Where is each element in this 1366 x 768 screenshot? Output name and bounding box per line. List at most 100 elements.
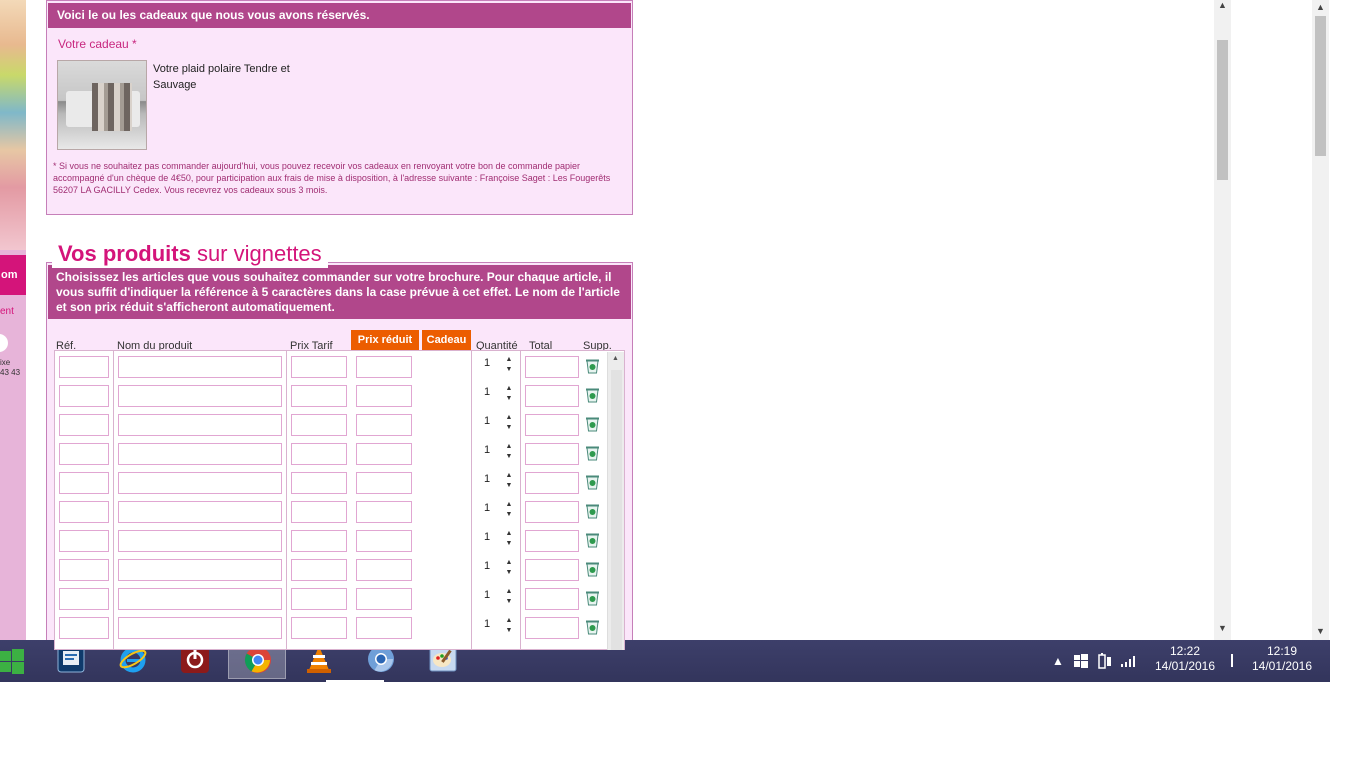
quantity-value[interactable]: 1 xyxy=(484,415,490,427)
delete-bin-icon[interactable] xyxy=(585,358,600,374)
product-name-input[interactable] xyxy=(118,443,282,465)
total-input[interactable] xyxy=(525,501,579,523)
delete-bin-icon[interactable] xyxy=(585,503,600,519)
reduced-price-input[interactable] xyxy=(356,356,412,378)
delete-bin-icon[interactable] xyxy=(585,416,600,432)
total-input[interactable] xyxy=(525,414,579,436)
ref-input[interactable] xyxy=(59,501,109,523)
reduced-price-input[interactable] xyxy=(356,472,412,494)
product-name-input[interactable] xyxy=(118,472,282,494)
page-scroll-thumb[interactable] xyxy=(1217,40,1228,180)
delete-bin-icon[interactable] xyxy=(585,445,600,461)
ref-input[interactable] xyxy=(59,385,109,407)
product-name-input[interactable] xyxy=(118,559,282,581)
quantity-value[interactable]: 1 xyxy=(484,444,490,456)
delete-bin-icon[interactable] xyxy=(585,474,600,490)
total-input[interactable] xyxy=(525,530,579,552)
ref-input[interactable] xyxy=(59,559,109,581)
show-desktop-divider[interactable] xyxy=(1231,654,1233,667)
tray-expand-icon[interactable]: ▲ xyxy=(1052,654,1064,668)
quantity-value[interactable]: 1 xyxy=(484,473,490,485)
price-input[interactable] xyxy=(291,588,347,610)
reduced-price-input[interactable] xyxy=(356,530,412,552)
taskbar-clock[interactable]: 12:22 14/01/2016 xyxy=(1150,644,1220,674)
scroll-down-arrow-icon[interactable]: ▼ xyxy=(1218,623,1227,633)
quantity-value[interactable]: 1 xyxy=(484,589,490,601)
total-input[interactable] xyxy=(525,443,579,465)
quantity-stepper[interactable]: ▲ ▼ xyxy=(505,500,513,520)
product-name-input[interactable] xyxy=(118,530,282,552)
quantity-value[interactable]: 1 xyxy=(484,531,490,543)
price-input[interactable] xyxy=(291,559,347,581)
total-input[interactable] xyxy=(525,385,579,407)
price-input[interactable] xyxy=(291,356,347,378)
reduced-price-input[interactable] xyxy=(356,414,412,436)
delete-bin-icon[interactable] xyxy=(585,532,600,548)
quantity-stepper[interactable]: ▲ ▼ xyxy=(505,471,513,491)
outer-scroll-thumb[interactable] xyxy=(1315,16,1326,156)
quantity-stepper[interactable]: ▲ ▼ xyxy=(505,616,513,636)
battery-icon[interactable] xyxy=(1097,652,1113,670)
quantity-stepper[interactable]: ▲ ▼ xyxy=(505,355,513,375)
reduced-price-input[interactable] xyxy=(356,559,412,581)
quantity-value[interactable]: 1 xyxy=(484,618,490,630)
reduced-price-input[interactable] xyxy=(356,385,412,407)
quantity-value[interactable]: 1 xyxy=(484,502,490,514)
product-name-input[interactable] xyxy=(118,385,282,407)
product-name-input[interactable] xyxy=(118,501,282,523)
quantity-stepper[interactable]: ▲ ▼ xyxy=(505,442,513,462)
price-input[interactable] xyxy=(291,385,347,407)
reduced-price-input[interactable] xyxy=(356,443,412,465)
scroll-up-arrow-icon[interactable]: ▲ xyxy=(612,355,619,362)
product-name-input[interactable] xyxy=(118,588,282,610)
ref-input[interactable] xyxy=(59,530,109,552)
products-table-scroll-thumb[interactable] xyxy=(611,370,622,650)
price-input[interactable] xyxy=(291,472,347,494)
total-input[interactable] xyxy=(525,356,579,378)
left-sidebar-link[interactable]: ent xyxy=(0,306,14,317)
scroll-up-arrow-icon[interactable]: ▲ xyxy=(1316,2,1325,12)
quantity-stepper[interactable]: ▲ ▼ xyxy=(505,384,513,404)
ref-input[interactable] xyxy=(59,472,109,494)
start-button[interactable] xyxy=(0,641,36,679)
quantity-stepper[interactable]: ▲ ▼ xyxy=(505,558,513,578)
price-input[interactable] xyxy=(291,530,347,552)
quantity-stepper[interactable]: ▲ ▼ xyxy=(505,587,513,607)
ref-input[interactable] xyxy=(59,588,109,610)
delete-bin-icon[interactable] xyxy=(585,590,600,606)
outer-scrollbar[interactable]: ▲ ▼ xyxy=(1312,0,1329,640)
delete-bin-icon[interactable] xyxy=(585,387,600,403)
product-name-input[interactable] xyxy=(118,617,282,639)
price-input[interactable] xyxy=(291,414,347,436)
price-input[interactable] xyxy=(291,501,347,523)
page-scrollbar[interactable]: ▲ ▼ xyxy=(1214,0,1231,640)
total-input[interactable] xyxy=(525,472,579,494)
reduced-price-input[interactable] xyxy=(356,617,412,639)
product-name-input[interactable] xyxy=(118,414,282,436)
ref-input[interactable] xyxy=(59,414,109,436)
scroll-up-arrow-icon[interactable]: ▲ xyxy=(1218,0,1227,10)
taskbar-clock-secondary[interactable]: 12:19 14/01/2016 xyxy=(1247,644,1317,674)
tray-windows-icon[interactable] xyxy=(1073,653,1089,669)
quantity-stepper[interactable]: ▲ ▼ xyxy=(505,529,513,549)
delete-bin-icon[interactable] xyxy=(585,561,600,577)
quantity-stepper[interactable]: ▲ ▼ xyxy=(505,413,513,433)
total-input[interactable] xyxy=(525,588,579,610)
delete-bin-icon[interactable] xyxy=(585,619,600,635)
total-input[interactable] xyxy=(525,559,579,581)
total-input[interactable] xyxy=(525,617,579,639)
ref-input[interactable] xyxy=(59,617,109,639)
reduced-price-input[interactable] xyxy=(356,501,412,523)
price-input[interactable] xyxy=(291,617,347,639)
quantity-value[interactable]: 1 xyxy=(484,386,490,398)
left-sidebar-banner[interactable]: om xyxy=(0,255,26,295)
products-table-scrollbar[interactable]: ▲ xyxy=(607,352,624,650)
signal-icon[interactable] xyxy=(1120,654,1138,668)
reduced-price-input[interactable] xyxy=(356,588,412,610)
ref-input[interactable] xyxy=(59,356,109,378)
scroll-down-arrow-icon[interactable]: ▼ xyxy=(1316,626,1325,636)
ref-input[interactable] xyxy=(59,443,109,465)
quantity-value[interactable]: 1 xyxy=(484,560,490,572)
quantity-value[interactable]: 1 xyxy=(484,357,490,369)
product-name-input[interactable] xyxy=(118,356,282,378)
